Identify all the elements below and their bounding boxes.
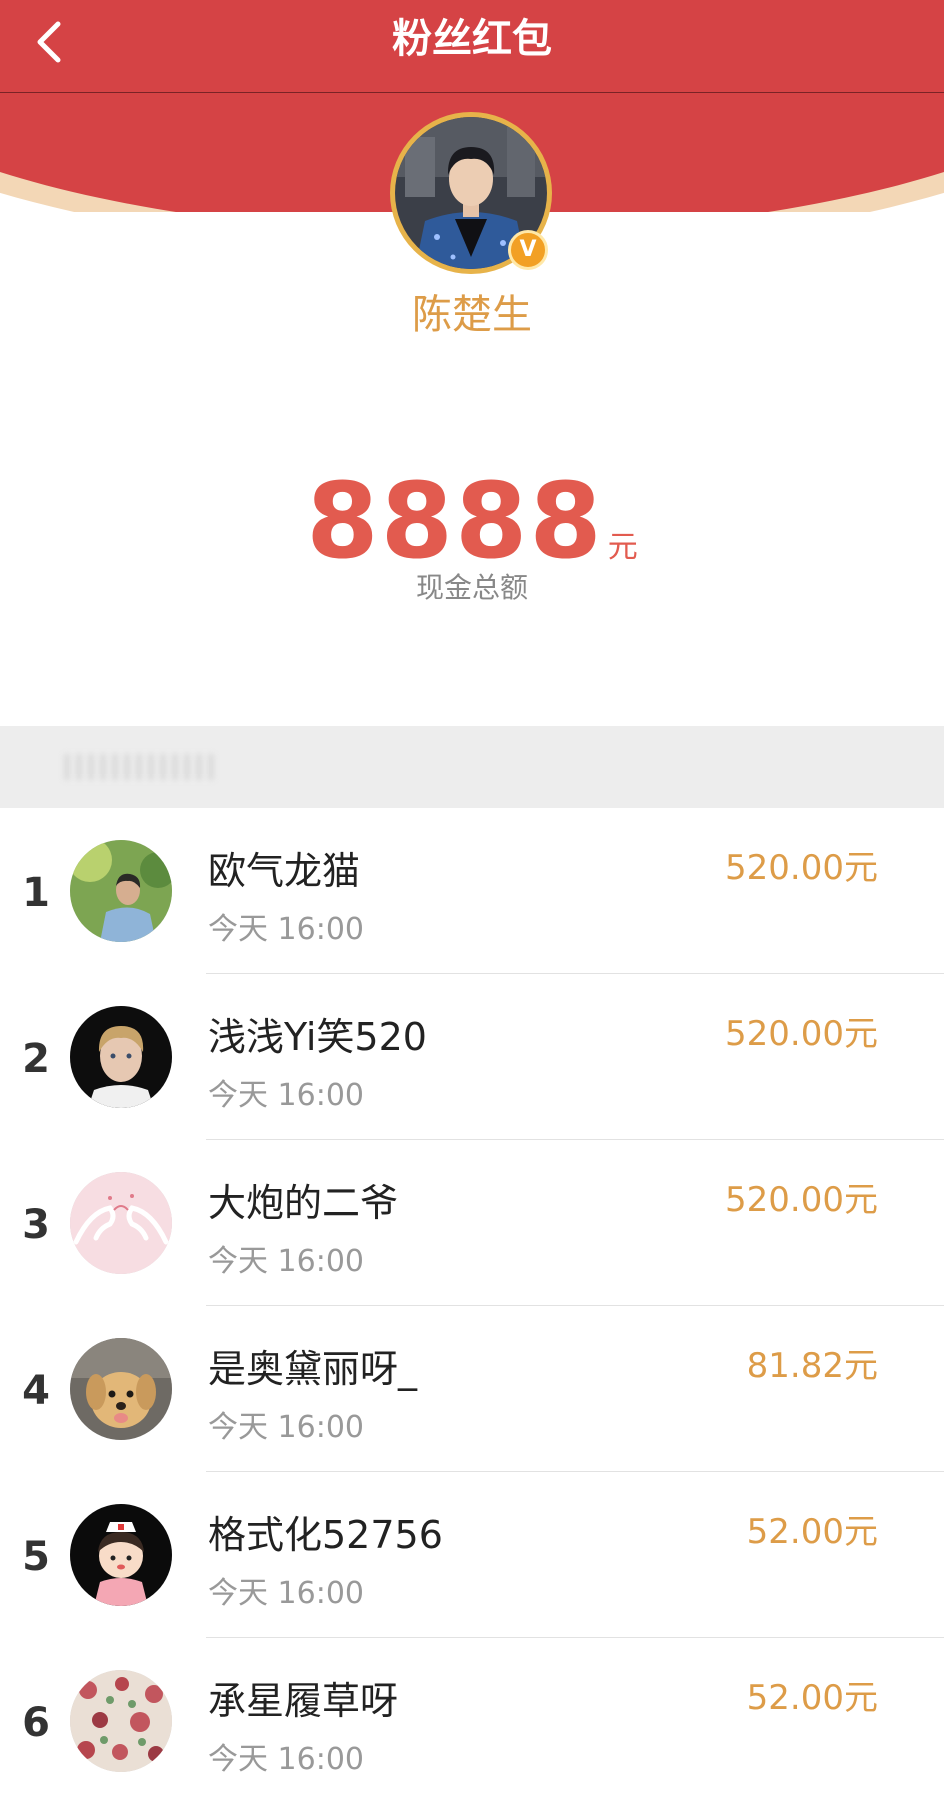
claim-time: 今天 16:00 bbox=[208, 1410, 364, 1445]
claim-time: 今天 16:00 bbox=[208, 1742, 364, 1777]
recipient-name: 是奥黛丽呀_ bbox=[208, 1347, 418, 1391]
verified-badge: V bbox=[508, 230, 548, 270]
sender-name: 陈楚生 bbox=[412, 292, 532, 338]
total-amount-unit: 元 bbox=[607, 530, 638, 565]
rank-number: 5 bbox=[22, 1534, 50, 1580]
rank-number: 2 bbox=[22, 1036, 50, 1082]
recipient-name: 大炮的二爷 bbox=[208, 1181, 399, 1225]
page-title: 粉丝红包 bbox=[392, 16, 552, 62]
recipient-list: 1 欧气龙猫 今天 16:00 520.00元 2 浅浅Yi笑520 今天 16… bbox=[0, 808, 944, 1799]
total-amount: 8888 元 bbox=[0, 460, 944, 582]
obscured-caption bbox=[64, 754, 214, 780]
recipient-name: 格式化52756 bbox=[208, 1513, 443, 1557]
claim-time: 今天 16:00 bbox=[208, 1078, 364, 1113]
avatar[interactable] bbox=[70, 1172, 172, 1274]
claim-time: 今天 16:00 bbox=[208, 1244, 364, 1279]
avatar[interactable] bbox=[70, 1504, 172, 1606]
list-item[interactable]: 3 大炮的二爷 今天 16:00 520.00元 bbox=[0, 1140, 944, 1306]
claim-amount: 520.00元 bbox=[725, 1180, 878, 1220]
rank-number: 3 bbox=[22, 1202, 50, 1248]
total-amount-value: 8888 bbox=[306, 460, 604, 582]
avatar[interactable] bbox=[70, 1338, 172, 1440]
list-item[interactable]: 5 格式化52756 今天 16:00 52.00元 bbox=[0, 1472, 944, 1638]
avatar[interactable] bbox=[70, 1006, 172, 1108]
list-item[interactable]: 2 浅浅Yi笑520 今天 16:00 520.00元 bbox=[0, 974, 944, 1140]
claim-amount: 520.00元 bbox=[725, 1014, 878, 1054]
claim-time: 今天 16:00 bbox=[208, 1576, 364, 1611]
list-item[interactable]: 6 承星履草呀 今天 16:00 52.00元 bbox=[0, 1638, 944, 1799]
total-amount-label: 现金总额 bbox=[415, 571, 528, 604]
list-item[interactable]: 4 是奥黛丽呀_ 今天 16:00 81.82元 bbox=[0, 1306, 944, 1472]
claim-amount: 520.00元 bbox=[725, 848, 878, 888]
red-packet-page: 粉丝红包 V 陈楚生 8888 元 现金总额 1 欧气龙猫 今天 16:00 5… bbox=[0, 0, 944, 1799]
claim-amount: 81.82元 bbox=[746, 1346, 878, 1386]
top-bar: 粉丝红包 bbox=[0, 0, 944, 93]
rank-number: 6 bbox=[22, 1700, 50, 1746]
list-header bbox=[0, 726, 944, 808]
avatar[interactable] bbox=[70, 1670, 172, 1772]
avatar[interactable] bbox=[70, 840, 172, 942]
rank-number: 1 bbox=[22, 870, 50, 916]
recipient-name: 承星履草呀 bbox=[208, 1679, 399, 1723]
rank-number: 4 bbox=[22, 1368, 50, 1414]
claim-amount: 52.00元 bbox=[746, 1512, 878, 1552]
list-item[interactable]: 1 欧气龙猫 今天 16:00 520.00元 bbox=[0, 808, 944, 974]
claim-time: 今天 16:00 bbox=[208, 912, 364, 947]
claim-amount: 52.00元 bbox=[746, 1678, 878, 1718]
sender-avatar[interactable]: V bbox=[390, 112, 552, 274]
recipient-name: 欧气龙猫 bbox=[208, 849, 361, 893]
recipient-name: 浅浅Yi笑520 bbox=[208, 1015, 427, 1059]
